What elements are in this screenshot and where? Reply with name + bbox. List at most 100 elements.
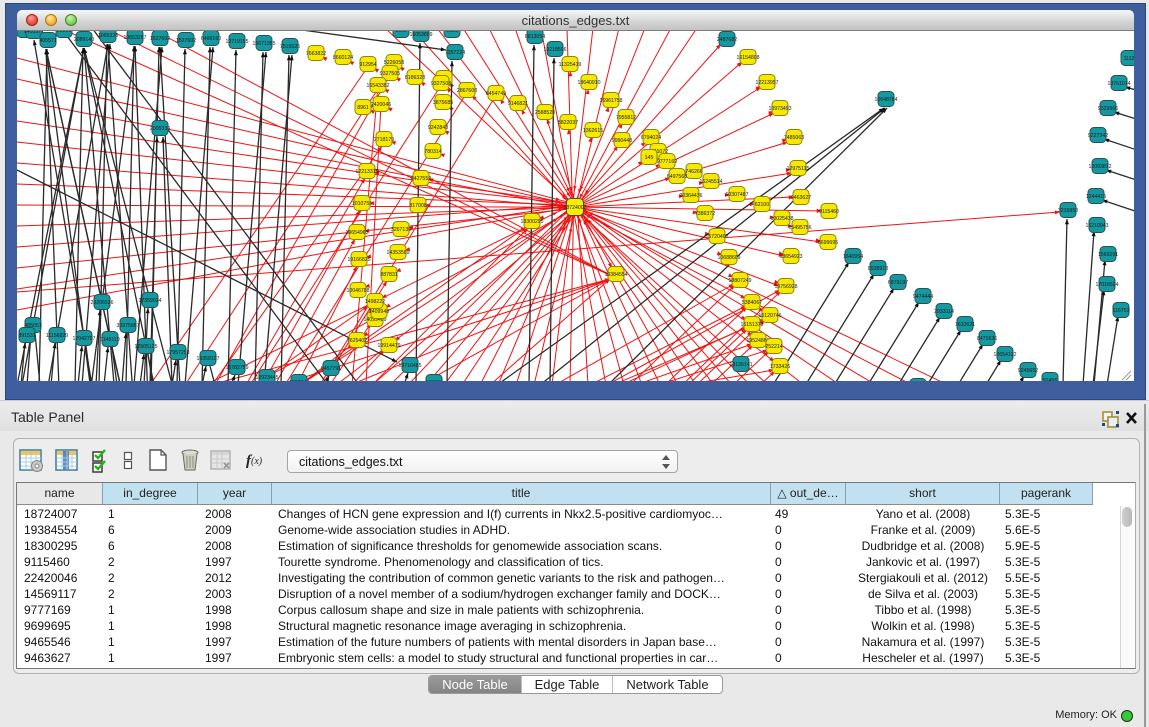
svg-text:6794024: 6794024	[641, 135, 661, 141]
svg-text:9327508: 9327508	[431, 81, 451, 87]
svg-text:1409948: 1409948	[369, 309, 389, 315]
svg-text:887831: 887831	[380, 272, 397, 278]
svg-text:10688609: 10688609	[717, 255, 740, 261]
svg-text:19654963: 19654963	[345, 230, 368, 236]
svg-text:2089140: 2089140	[74, 37, 94, 43]
svg-text:12213957: 12213957	[755, 80, 778, 86]
svg-text:8186328: 8186328	[405, 75, 425, 81]
svg-text:7663822: 7663822	[306, 51, 326, 57]
svg-text:8131: 8131	[446, 31, 458, 34]
svg-text:6879197: 6879197	[888, 280, 908, 286]
svg-text:16648784: 16648784	[874, 97, 897, 103]
svg-text:9777169: 9777169	[657, 159, 677, 165]
svg-text:405571: 405571	[39, 38, 56, 44]
svg-text:7357224: 7357224	[445, 50, 465, 56]
svg-text:8660124: 8660124	[333, 55, 353, 61]
svg-text:30975867: 30975867	[116, 323, 139, 329]
svg-text:11156829: 11156829	[46, 333, 68, 339]
svg-text:17359924: 17359924	[138, 298, 161, 304]
svg-text:7485063: 7485063	[784, 135, 804, 141]
svg-text:18724007: 18724007	[563, 205, 586, 211]
svg-text:8471636: 8471636	[977, 336, 997, 342]
svg-text:9242848: 9242848	[428, 125, 448, 131]
svg-text:13716485: 13716485	[398, 363, 421, 369]
svg-text:10719155: 10719155	[225, 39, 248, 45]
svg-text:10973493: 10973493	[768, 106, 791, 112]
svg-text:116753: 116753	[1113, 308, 1130, 314]
svg-text:9227342: 9227342	[1088, 133, 1108, 139]
svg-text:7515526: 7515526	[280, 44, 300, 50]
svg-text:16210943: 16210943	[1085, 223, 1108, 229]
svg-text:2487682: 2487682	[717, 37, 737, 43]
svg-text:1065326: 1065326	[98, 33, 118, 39]
svg-text:129234: 129234	[425, 380, 442, 381]
svg-text:8699695: 8699695	[818, 240, 838, 246]
svg-text:9245652: 9245652	[1018, 368, 1038, 374]
svg-text:16245514: 16245514	[699, 179, 722, 185]
svg-text:252214: 252214	[765, 344, 782, 350]
svg-text:13751074: 13751074	[1107, 81, 1130, 87]
svg-text:16671355: 16671355	[252, 41, 275, 47]
svg-text:7632621: 7632621	[955, 322, 975, 328]
svg-text:18300295: 18300295	[520, 219, 543, 225]
svg-text:2867608: 2867608	[457, 88, 477, 94]
svg-text:9990448: 9990448	[612, 138, 632, 144]
svg-text:1112: 1112	[1124, 56, 1134, 62]
svg-text:17957253: 17957253	[166, 350, 189, 356]
svg-text:1010755: 1010755	[352, 201, 372, 207]
svg-text:8454749: 8454749	[486, 91, 506, 97]
svg-text:10025438: 10025438	[770, 216, 793, 222]
svg-text:2718179: 2718179	[374, 137, 394, 143]
svg-text:19166825: 19166825	[347, 257, 370, 263]
svg-text:19914479: 19914479	[377, 343, 400, 349]
svg-text:12505135: 12505135	[134, 344, 157, 350]
svg-text:817008: 817008	[409, 203, 426, 209]
svg-text:16782759: 16782759	[225, 365, 248, 371]
svg-text:12093872: 12093872	[1088, 164, 1111, 170]
svg-text:19136141: 19136141	[729, 362, 752, 368]
svg-text:145: 145	[645, 155, 654, 161]
svg-text:1244415: 1244415	[1086, 194, 1106, 200]
svg-text:12213319: 12213319	[355, 169, 378, 175]
svg-text:12942757: 12942757	[72, 336, 95, 342]
svg-text:9115460: 9115460	[819, 209, 839, 215]
svg-text:19358107: 19358107	[196, 356, 219, 362]
svg-text:8822037: 8822037	[558, 120, 578, 126]
svg-text:9329966: 9329966	[1098, 106, 1118, 112]
svg-text:1527602: 1527602	[150, 36, 170, 42]
svg-text:17016504: 17016504	[1095, 282, 1118, 288]
svg-text:15720407: 15720407	[705, 234, 728, 240]
svg-text:1527602: 1527602	[176, 38, 196, 44]
svg-text:20891: 20891	[57, 31, 72, 34]
svg-text:3215958: 3215958	[1058, 208, 1078, 214]
svg-text:3875685: 3875685	[433, 100, 453, 106]
svg-text:92456: 92456	[1043, 378, 1058, 381]
svg-text:19384554: 19384554	[604, 272, 627, 278]
svg-text:16053809: 16053809	[409, 32, 432, 38]
svg-text:7625402: 7625402	[347, 338, 367, 344]
svg-text:1640954: 1640954	[843, 254, 863, 260]
svg-text:11325419: 11325419	[559, 62, 582, 68]
svg-text:1498222: 1498222	[365, 299, 385, 305]
svg-text:18640910: 18640910	[577, 80, 600, 86]
svg-text:2588520: 2588520	[535, 110, 555, 116]
svg-text:16151372: 16151372	[740, 322, 763, 328]
svg-text:10654122: 10654122	[993, 352, 1016, 358]
svg-text:9327505: 9327505	[380, 71, 400, 77]
svg-text:20206526: 20206526	[90, 300, 113, 306]
svg-text:16961758: 16961758	[599, 98, 622, 104]
svg-text:780314: 780314	[424, 149, 441, 155]
svg-text:2420046: 2420046	[371, 102, 391, 108]
svg-text:6497568: 6497568	[667, 174, 687, 180]
svg-text:8813054: 8813054	[525, 34, 545, 40]
svg-text:16120746: 16120746	[758, 313, 781, 319]
svg-text:912954: 912954	[359, 62, 376, 68]
svg-text:746266: 746266	[685, 169, 702, 175]
svg-text:391531: 391531	[18, 333, 35, 339]
svg-text:1292344: 1292344	[289, 380, 309, 381]
svg-text:16543382: 16543382	[366, 83, 389, 89]
svg-text:13654923: 13654923	[779, 254, 802, 260]
svg-text:5384067: 5384067	[742, 300, 762, 306]
svg-text:8427552: 8427552	[411, 176, 431, 182]
svg-text:15495756: 15495756	[788, 225, 811, 231]
